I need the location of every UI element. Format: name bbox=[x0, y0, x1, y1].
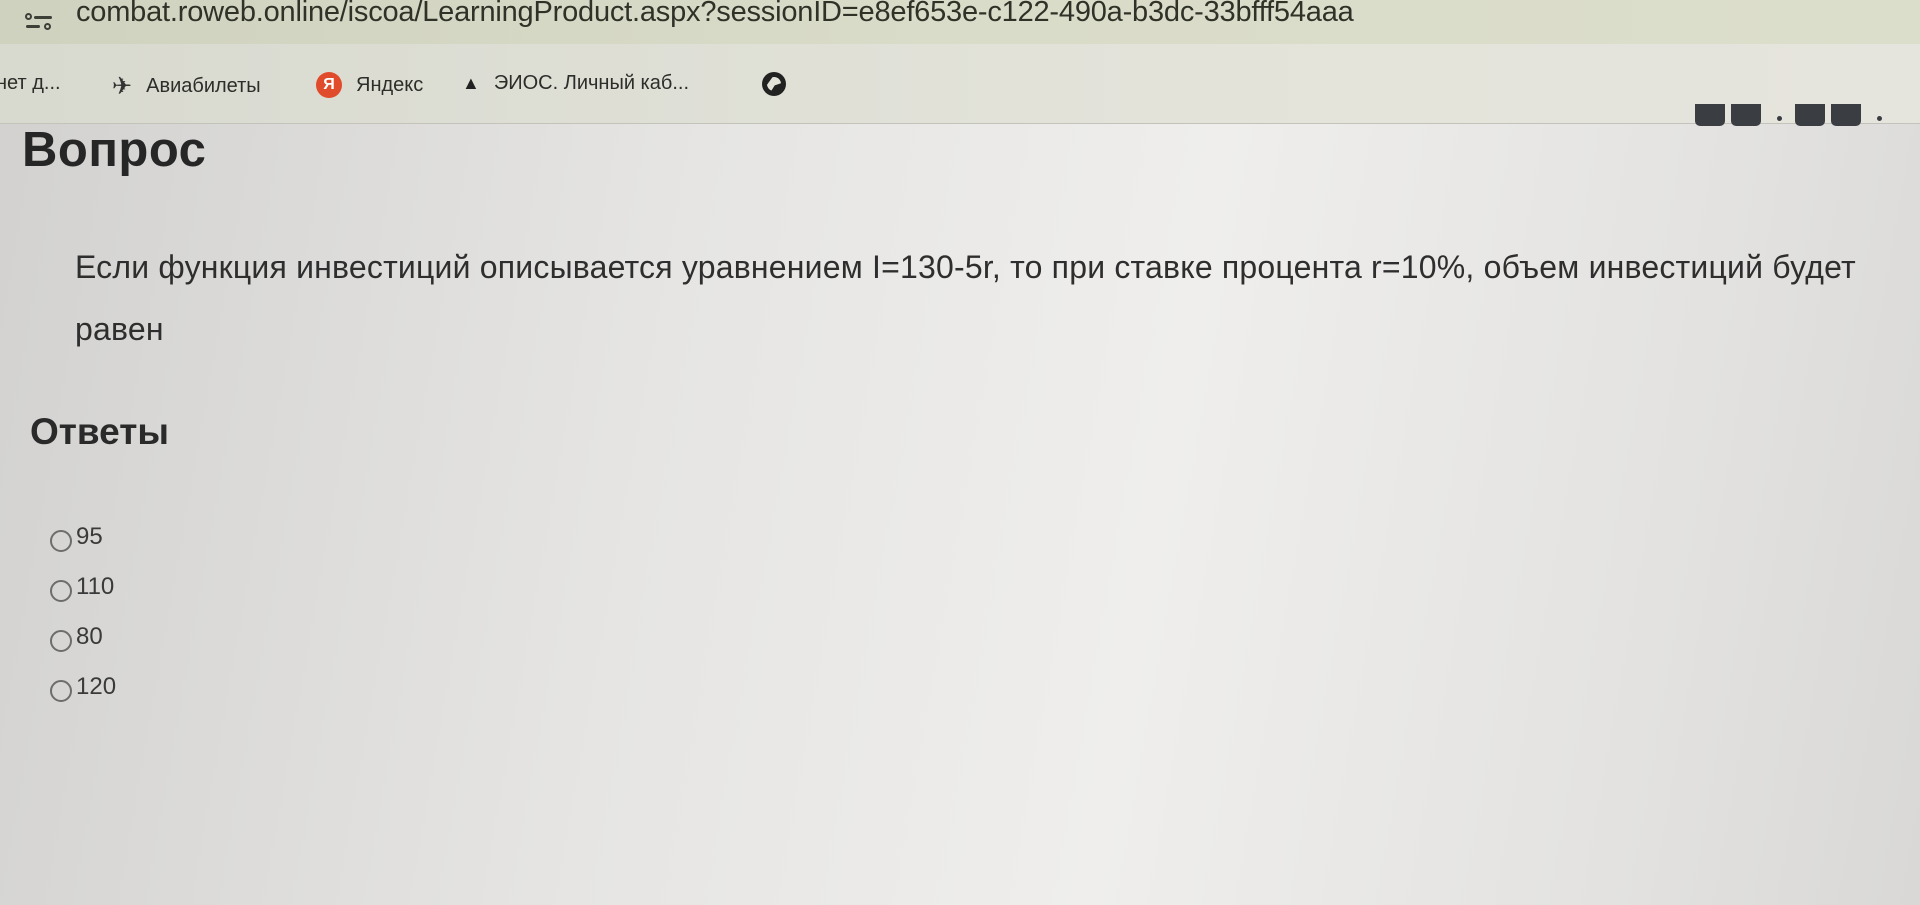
answer-list: 95 110 80 120 bbox=[50, 512, 116, 712]
answer-label: 80 bbox=[76, 623, 103, 650]
bookmark-net[interactable]: нет д... bbox=[0, 72, 61, 95]
address-bar[interactable]: combat.roweb.online/iscoa/LearningProduc… bbox=[0, 0, 1920, 44]
timer-separator bbox=[1875, 104, 1883, 126]
bookmark-label: нет д... bbox=[0, 72, 61, 94]
bookmark-yandex[interactable]: Я Яндекс bbox=[316, 72, 423, 98]
timer-digit bbox=[1695, 104, 1725, 126]
bookmark-label: ЭИОС. Личный каб... bbox=[493, 72, 689, 94]
url-text[interactable]: combat.roweb.online/iscoa/LearningProduc… bbox=[76, 0, 1354, 29]
answer-option-95[interactable]: 95 bbox=[50, 512, 116, 562]
radio-button[interactable] bbox=[50, 680, 72, 702]
answer-label: 110 bbox=[76, 573, 115, 600]
question-heading: Вопрос bbox=[22, 123, 207, 177]
timer bbox=[1695, 104, 1895, 126]
radio-button[interactable] bbox=[50, 630, 72, 652]
bookmark-label: Яндекс bbox=[356, 73, 424, 96]
bookmark-eios[interactable]: ▲ ЭИОС. Личный каб... bbox=[462, 72, 689, 95]
bookmarks-bar: нет д... ✈ Авиабилеты Я Яндекс ▲ ЭИОС. Л… bbox=[0, 44, 1920, 124]
answer-label: 120 bbox=[76, 673, 117, 700]
answer-label: 95 bbox=[76, 523, 103, 550]
answer-option-110[interactable]: 110 bbox=[50, 562, 116, 612]
globe-icon bbox=[762, 72, 786, 96]
radio-button[interactable] bbox=[50, 580, 72, 602]
plane-icon: ✈ bbox=[112, 73, 133, 100]
bookmark-label: Авиабилеты bbox=[146, 75, 261, 97]
answer-option-80[interactable]: 80 bbox=[50, 612, 116, 662]
timer-digit bbox=[1795, 104, 1825, 126]
yandex-icon: Я bbox=[316, 72, 342, 98]
timer-digit bbox=[1731, 104, 1761, 126]
question-text: Если функция инвестиций описывается урав… bbox=[75, 249, 1856, 347]
site-settings-icon[interactable] bbox=[24, 11, 54, 33]
answers-heading: Ответы bbox=[30, 411, 169, 452]
radio-button[interactable] bbox=[50, 530, 72, 552]
bookmark-globe[interactable] bbox=[762, 72, 800, 96]
timer-digit bbox=[1831, 104, 1861, 126]
screen: combat.roweb.online/iscoa/LearningProduc… bbox=[0, 0, 1920, 905]
answer-option-120[interactable]: 120 bbox=[50, 662, 116, 712]
timer-separator bbox=[1775, 104, 1783, 126]
bookmark-aviabilety[interactable]: ✈ Авиабилеты bbox=[112, 72, 261, 101]
graduation-cap-icon: ▲ bbox=[462, 73, 480, 93]
